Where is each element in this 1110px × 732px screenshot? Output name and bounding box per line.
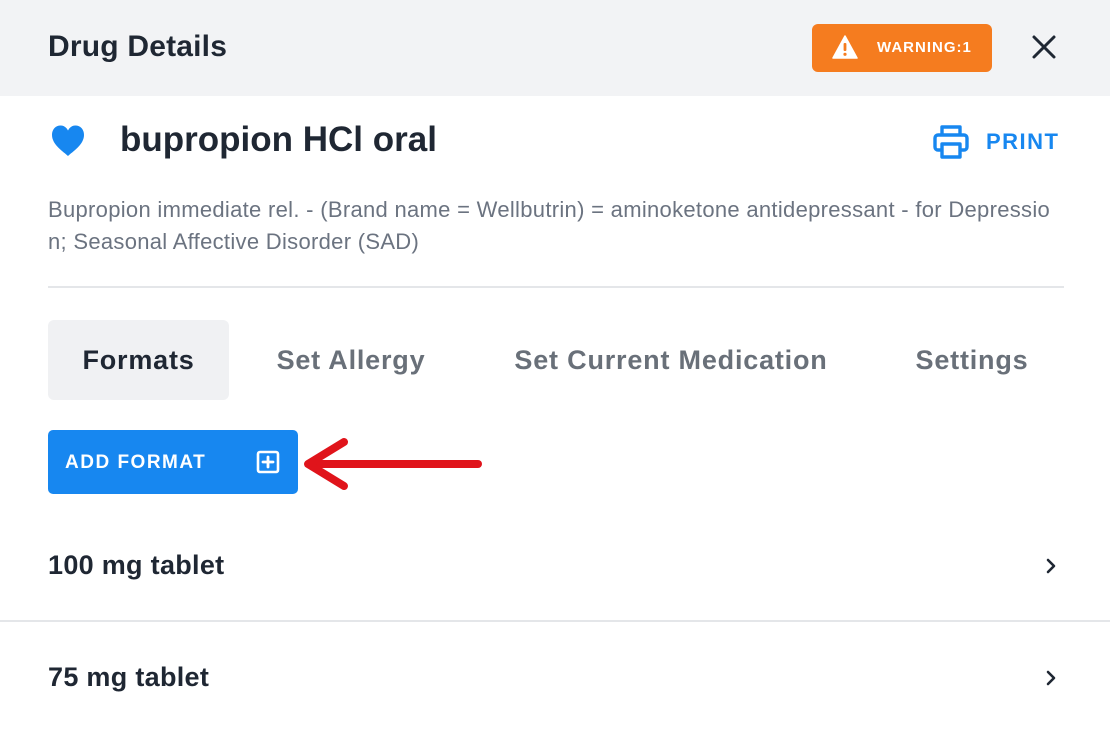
format-row[interactable]: 75 mg tablet [0, 622, 1110, 732]
add-format-button[interactable]: ADD FORMAT [48, 430, 298, 494]
dialog-title: Drug Details [48, 30, 228, 63]
divider [48, 286, 1064, 288]
drug-description: Bupropion immediate rel. - (Brand name =… [48, 197, 1051, 254]
chevron-right-icon [1046, 670, 1056, 686]
plus-square-icon [256, 450, 280, 474]
add-format-label: ADD FORMAT [65, 452, 207, 473]
print-button[interactable]: PRINT [932, 120, 1072, 164]
dialog-header: Drug Details WARNING:1 [0, 0, 1110, 96]
print-label: PRINT [986, 129, 1060, 154]
chevron-right-icon [1046, 558, 1056, 574]
warning-label: WARNING:1 [877, 39, 972, 56]
tab-formats[interactable]: Formats [48, 320, 229, 400]
tab-set-current-medication[interactable]: Set Current Medication [486, 320, 856, 400]
drug-name: bupropion HCl oral [120, 120, 437, 159]
tab-set-allergy[interactable]: Set Allergy [254, 320, 448, 400]
format-label: 100 mg tablet [48, 550, 225, 580]
format-row[interactable]: 100 mg tablet [0, 510, 1110, 622]
heart-icon[interactable] [50, 124, 86, 158]
printer-icon [933, 125, 969, 159]
annotation-arrow-icon [304, 438, 482, 490]
warning-triangle-icon [832, 35, 858, 59]
tab-settings[interactable]: Settings [892, 320, 1052, 400]
close-icon[interactable] [1026, 30, 1062, 66]
warning-badge[interactable]: WARNING:1 [812, 24, 992, 72]
format-label: 75 mg tablet [48, 662, 210, 692]
